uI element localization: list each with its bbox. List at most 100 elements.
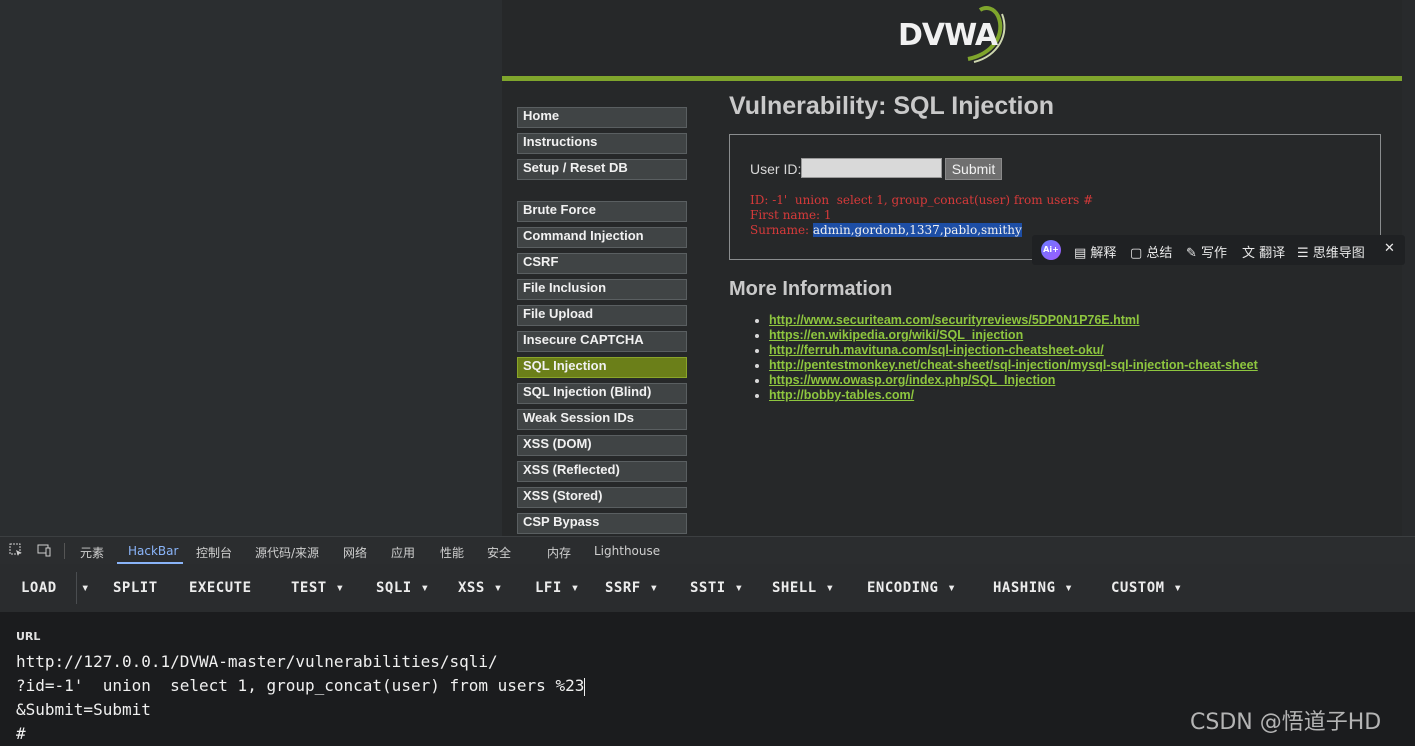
- translate-button[interactable]: 文 翻译: [1242, 242, 1285, 261]
- ssti-menu[interactable]: SSTI ▾: [690, 580, 744, 596]
- explain-button[interactable]: ▤ 解释: [1074, 242, 1116, 261]
- url-line-base: http://127.0.0.1/DVWA-master/vulnerabili…: [16, 652, 498, 671]
- tab-console[interactable]: 控制台: [196, 544, 232, 561]
- user-id-input[interactable]: [801, 158, 942, 178]
- reference-link[interactable]: https://www.owasp.org/index.php/SQL_Inje…: [769, 373, 1055, 387]
- dvwa-logo: DVWA: [898, 4, 1008, 66]
- url-line-submit: &Submit=Submit: [16, 700, 151, 719]
- url-line-query: ?id=-1' union select 1, group_concat(use…: [16, 676, 585, 695]
- menu-item-home[interactable]: Home: [517, 107, 687, 128]
- mindmap-button[interactable]: ☰ 思维导图: [1297, 242, 1365, 261]
- url-textarea[interactable]: http://127.0.0.1/DVWA-master/vulnerabili…: [16, 650, 586, 746]
- hashing-menu[interactable]: HASHING ▾: [993, 580, 1073, 596]
- menu-item-file-upload[interactable]: File Upload: [517, 305, 687, 326]
- more-information-heading: More Information: [729, 278, 893, 300]
- devtools-tab-bar: 元素 HackBar 控制台 源代码/来源 网络 应用 性能 安全 内存 Lig…: [0, 536, 1415, 564]
- list-item: http://www.securiteam.com/securityreview…: [769, 313, 1258, 328]
- toolbar-divider: [76, 572, 77, 604]
- mindmap-icon: ☰: [1297, 246, 1313, 261]
- list-item: http://ferruh.mavituna.com/sql-injection…: [769, 343, 1258, 358]
- sqli-menu[interactable]: SQLI ▾: [376, 580, 430, 596]
- device-toolbar-icon[interactable]: [37, 543, 51, 557]
- reference-link[interactable]: http://bobby-tables.com/: [769, 388, 914, 402]
- sidebar-menu: Home Instructions Setup / Reset DB Brute…: [517, 107, 687, 536]
- menu-item-csrf[interactable]: CSRF: [517, 253, 687, 274]
- reference-link[interactable]: https://en.wikipedia.org/wiki/SQL_inject…: [769, 328, 1023, 342]
- translate-label: 翻译: [1259, 246, 1286, 261]
- user-id-label: User ID:: [750, 161, 802, 177]
- text-cursor: [584, 677, 586, 696]
- inspect-element-icon[interactable]: [9, 543, 23, 557]
- execute-button[interactable]: EXECUTE: [189, 580, 252, 596]
- test-menu[interactable]: TEST ▾: [291, 580, 345, 596]
- explain-label: 解释: [1090, 246, 1117, 261]
- load-dropdown-icon[interactable]: ▾: [81, 580, 90, 596]
- encoding-menu[interactable]: ENCODING ▾: [867, 580, 956, 596]
- url-label: URL: [16, 630, 41, 643]
- menu-item-csp-bypass[interactable]: CSP Bypass: [517, 513, 687, 534]
- tab-performance[interactable]: 性能: [440, 544, 464, 561]
- menu-item-sql-injection[interactable]: SQL Injection: [517, 357, 687, 378]
- dvwa-page: DVWA Home Instructions Setup / Reset DB …: [502, 0, 1402, 536]
- main-content: Vulnerability: SQL Injection User ID: Su…: [729, 92, 1389, 402]
- summarize-label: 总结: [1146, 246, 1173, 261]
- ssrf-menu[interactable]: SSRF ▾: [605, 580, 659, 596]
- tab-lighthouse[interactable]: Lighthouse: [594, 544, 660, 558]
- tab-application[interactable]: 应用: [391, 544, 415, 561]
- write-button[interactable]: ✎ 写作: [1186, 242, 1227, 261]
- load-button[interactable]: LOAD: [21, 580, 57, 596]
- menu-item-brute-force[interactable]: Brute Force: [517, 201, 687, 222]
- close-icon[interactable]: ✕: [1384, 241, 1395, 256]
- result-surname-value: admin,gordonb,1337,pablo,smithy: [812, 223, 1022, 237]
- menu-item-weak-session-ids[interactable]: Weak Session IDs: [517, 409, 687, 430]
- url-line-hash: #: [16, 724, 26, 743]
- summarize-button[interactable]: ▢ 总结: [1130, 242, 1172, 261]
- menu-item-xss-dom[interactable]: XSS (DOM): [517, 435, 687, 456]
- result-first-name: First name: 1: [750, 208, 832, 222]
- reference-links: http://www.securiteam.com/securityreview…: [749, 313, 1258, 403]
- tab-hackbar[interactable]: HackBar: [128, 544, 178, 558]
- document-icon: ▤: [1074, 246, 1091, 261]
- pen-icon: ✎: [1186, 246, 1202, 261]
- list-item: https://www.owasp.org/index.php/SQL_Inje…: [769, 373, 1258, 388]
- watermark: CSDN @悟道子HD: [1190, 710, 1382, 735]
- shell-menu[interactable]: SHELL ▾: [772, 580, 835, 596]
- menu-item-setup[interactable]: Setup / Reset DB: [517, 159, 687, 180]
- tab-network[interactable]: 网络: [343, 544, 367, 561]
- menu-item-insecure-captcha[interactable]: Insecure CAPTCHA: [517, 331, 687, 352]
- dvwa-header: DVWA: [502, 0, 1402, 76]
- list-item: http://bobby-tables.com/: [769, 388, 1258, 403]
- tab-security[interactable]: 安全: [487, 544, 511, 561]
- list-item: https://en.wikipedia.org/wiki/SQL_inject…: [769, 328, 1258, 343]
- result-surname-label: Surname:: [750, 223, 813, 237]
- list-item: http://pentestmonkey.net/cheat-sheet/sql…: [769, 358, 1258, 373]
- menu-spacer: [517, 185, 687, 201]
- menu-item-instructions[interactable]: Instructions: [517, 133, 687, 154]
- note-icon: ▢: [1130, 246, 1147, 261]
- header-divider: [502, 76, 1402, 81]
- translate-icon: 文: [1242, 246, 1260, 261]
- submit-button[interactable]: Submit: [945, 158, 1002, 180]
- reference-link[interactable]: http://ferruh.mavituna.com/sql-injection…: [769, 343, 1104, 357]
- result-id-line: ID: -1' union select 1, group_concat(use…: [750, 193, 1094, 207]
- page-title: Vulnerability: SQL Injection: [729, 92, 1055, 120]
- split-button[interactable]: SPLIT: [113, 580, 158, 596]
- lfi-menu[interactable]: LFI ▾: [535, 580, 580, 596]
- tab-sources[interactable]: 源代码/来源: [255, 544, 319, 561]
- ai-logo-icon[interactable]: Ai+: [1041, 240, 1061, 260]
- tab-memory[interactable]: 内存: [547, 544, 571, 561]
- menu-item-sql-injection-blind[interactable]: SQL Injection (Blind): [517, 383, 687, 404]
- xss-menu[interactable]: XSS ▾: [458, 580, 503, 596]
- blank-page-area: [0, 0, 502, 536]
- hackbar-toolbar: LOAD ▾ SPLIT EXECUTE TEST ▾ SQLI ▾ XSS ▾…: [0, 564, 1415, 612]
- reference-link[interactable]: http://pentestmonkey.net/cheat-sheet/sql…: [769, 358, 1258, 372]
- query-result: ID: -1' union select 1, group_concat(use…: [750, 193, 1093, 238]
- custom-menu[interactable]: CUSTOM ▾: [1111, 580, 1182, 596]
- logo-text: DVWA: [898, 18, 998, 53]
- menu-item-xss-reflected[interactable]: XSS (Reflected): [517, 461, 687, 482]
- tab-elements[interactable]: 元素: [80, 544, 104, 561]
- reference-link[interactable]: http://www.securiteam.com/securityreview…: [769, 313, 1140, 327]
- menu-item-xss-stored[interactable]: XSS (Stored): [517, 487, 687, 508]
- menu-item-command-injection[interactable]: Command Injection: [517, 227, 687, 248]
- menu-item-file-inclusion[interactable]: File Inclusion: [517, 279, 687, 300]
